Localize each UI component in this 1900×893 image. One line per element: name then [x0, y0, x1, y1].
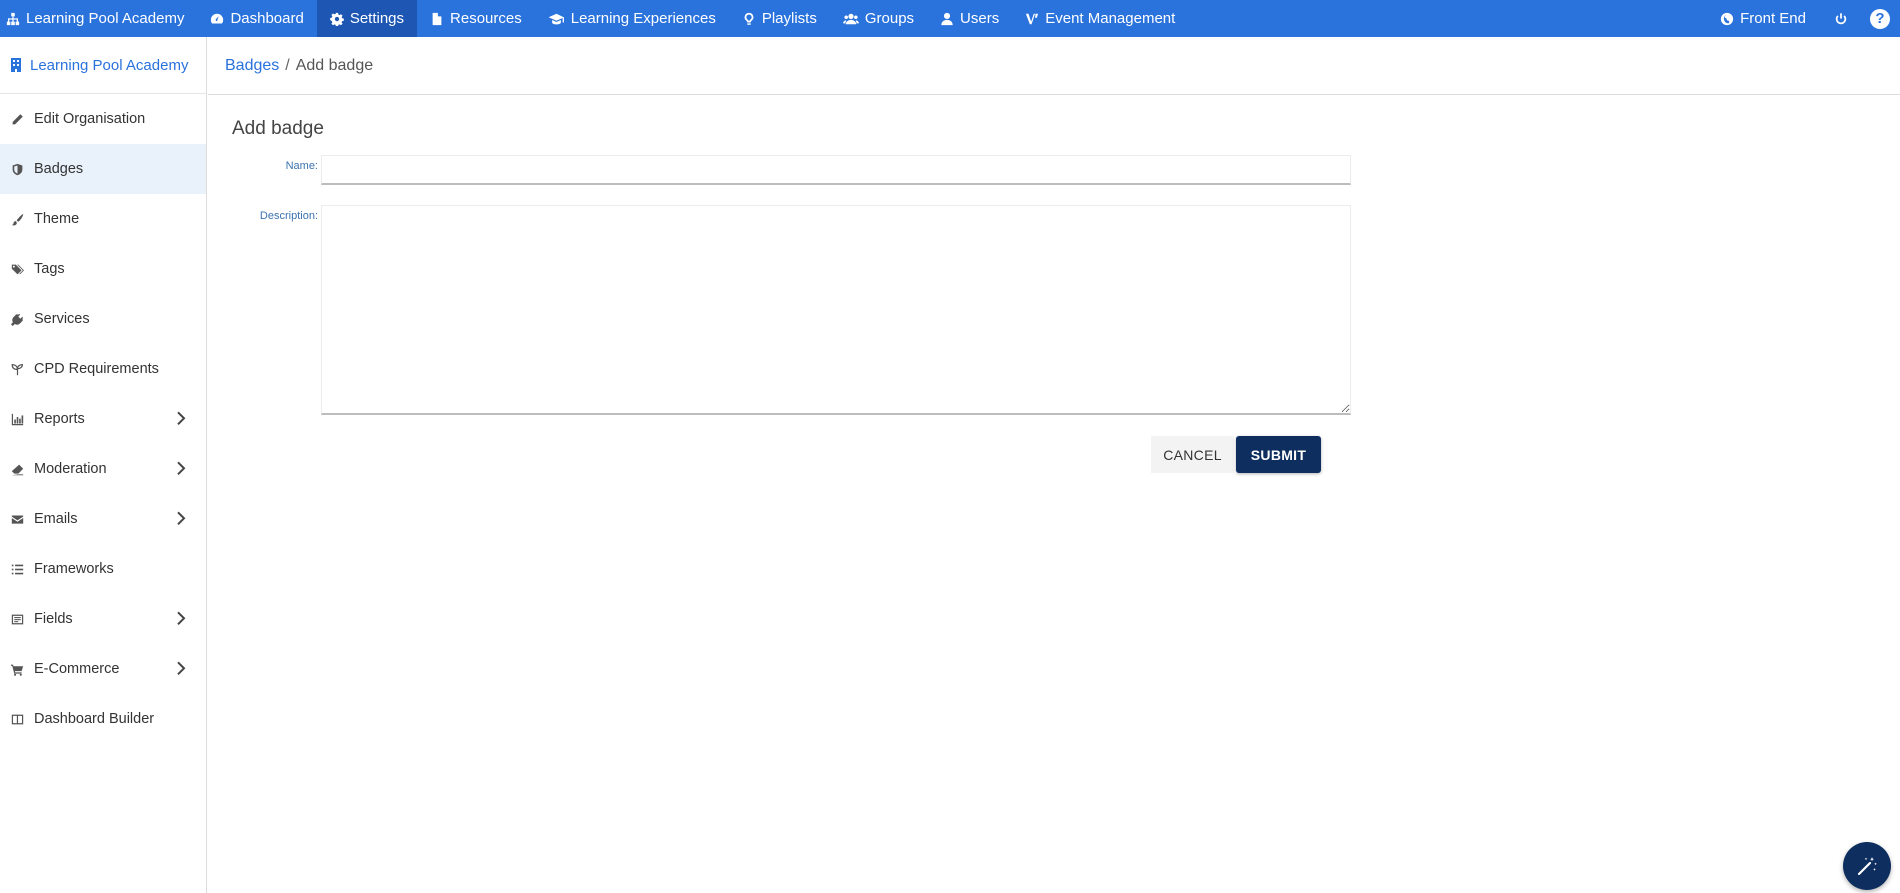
- sidebar-item-label: E-Commerce: [34, 661, 120, 677]
- settings-sidebar: Learning Pool Academy Edit Organisation …: [0, 37, 207, 893]
- sidebar-item-label: Frameworks: [34, 561, 114, 577]
- nav-item-dashboard[interactable]: Dashboard: [197, 0, 316, 37]
- breadcrumb-badges-link[interactable]: Badges: [225, 57, 279, 75]
- breadcrumb: Badges / Add badge: [208, 37, 1900, 95]
- name-input[interactable]: [321, 155, 1351, 185]
- cancel-button[interactable]: CANCEL: [1151, 436, 1234, 473]
- top-nav-left: Learning Pool Academy Dashboard Settings…: [0, 0, 1188, 37]
- plug-icon: [9, 313, 25, 326]
- sidebar-item-label: Emails: [34, 511, 78, 527]
- eraser-icon: [9, 463, 25, 476]
- shield-icon: [9, 163, 25, 176]
- gear-icon: [330, 12, 344, 26]
- envelope-icon: [9, 513, 25, 526]
- chevron-right-icon[interactable]: [176, 611, 186, 626]
- sidebar-item-reports[interactable]: Reports: [0, 394, 206, 444]
- sidebar-item-cpd-requirements[interactable]: CPD Requirements: [0, 344, 206, 394]
- nav-label: Users: [960, 10, 1000, 27]
- sidebar-item-dashboard-builder[interactable]: Dashboard Builder: [0, 694, 206, 744]
- nav-item-groups[interactable]: Groups: [830, 0, 927, 37]
- nav-label: Event Management: [1045, 10, 1176, 27]
- help-icon: ?: [1870, 8, 1890, 29]
- sidebar-item-services[interactable]: Services: [0, 294, 206, 344]
- nav-label: Playlists: [761, 10, 817, 27]
- paintbrush-icon: [9, 213, 25, 226]
- power-icon: [1835, 12, 1847, 24]
- nav-item-users[interactable]: Users: [927, 0, 1012, 37]
- magic-wand-button[interactable]: [1843, 842, 1891, 890]
- file-icon: [432, 12, 442, 25]
- sidebar-item-label: CPD Requirements: [34, 361, 159, 377]
- seedling-icon: [9, 363, 25, 376]
- user-icon: [941, 12, 953, 25]
- tags-icon: [9, 263, 25, 276]
- columns-icon: [9, 713, 25, 726]
- sidebar-item-edit-organisation[interactable]: Edit Organisation: [0, 94, 206, 144]
- event-logo-icon: [1026, 13, 1039, 24]
- sidebar-item-label: Services: [34, 311, 90, 327]
- sidebar-organisation-link[interactable]: Learning Pool Academy: [0, 37, 206, 94]
- nav-item-event-management[interactable]: Event Management: [1012, 0, 1188, 37]
- front-end-label: Front End: [1740, 10, 1806, 27]
- submit-button[interactable]: SUBMIT: [1236, 436, 1321, 473]
- top-nav-right: Front End ?: [1706, 0, 1900, 37]
- nav-label: Resources: [450, 10, 522, 27]
- sidebar-item-label: Edit Organisation: [34, 111, 146, 127]
- sidebar-item-label: Moderation: [34, 461, 107, 477]
- sidebar-item-label: Dashboard Builder: [34, 711, 155, 727]
- name-label: Name:: [285, 160, 318, 172]
- nav-label: Learning Experiences: [570, 10, 716, 27]
- bar-chart-icon: [9, 413, 25, 426]
- nav-item-settings[interactable]: Settings: [316, 0, 418, 37]
- sidebar-item-label: Fields: [34, 611, 73, 627]
- sidebar-item-label: Badges: [34, 161, 84, 177]
- nav-label: Dashboard: [230, 10, 304, 27]
- sidebar-item-label: Tags: [34, 261, 65, 277]
- description-textarea[interactable]: [321, 205, 1351, 415]
- sidebar-item-emails[interactable]: Emails: [0, 494, 206, 544]
- chevron-right-icon[interactable]: [176, 661, 186, 676]
- sitemap-icon: [6, 12, 20, 25]
- top-navigation-bar: Learning Pool Academy Dashboard Settings…: [0, 0, 1900, 37]
- nav-label: Groups: [864, 10, 915, 27]
- sidebar-item-label: Theme: [34, 211, 80, 227]
- nav-item-playlists[interactable]: Playlists: [729, 0, 830, 37]
- building-icon: [11, 58, 21, 72]
- sidebar-item-fields[interactable]: Fields: [0, 594, 206, 644]
- chevron-right-icon[interactable]: [176, 411, 186, 426]
- sidebar-item-label: Reports: [34, 411, 85, 427]
- help-button[interactable]: ?: [1862, 0, 1900, 37]
- front-end-link[interactable]: Front End: [1706, 0, 1820, 37]
- globe-icon: [1721, 12, 1734, 25]
- users-icon: [842, 13, 859, 24]
- pencil-icon: [9, 113, 25, 126]
- sidebar-organisation-label: Learning Pool Academy: [30, 56, 189, 74]
- sidebar-item-theme[interactable]: Theme: [0, 194, 206, 244]
- nav-item-learning-pool-academy[interactable]: Learning Pool Academy: [0, 0, 197, 37]
- nav-label: Settings: [349, 10, 405, 27]
- description-label: Description:: [259, 210, 318, 222]
- page-title: Add badge: [232, 118, 324, 139]
- sidebar-item-moderation[interactable]: Moderation: [0, 444, 206, 494]
- chevron-right-icon[interactable]: [176, 511, 186, 526]
- form-icon: [9, 613, 25, 626]
- nav-item-resources[interactable]: Resources: [417, 0, 535, 37]
- sidebar-item-e-commerce[interactable]: E-Commerce: [0, 644, 206, 694]
- list-icon: [9, 563, 25, 576]
- chevron-right-icon[interactable]: [176, 461, 186, 476]
- nav-item-learning-experiences[interactable]: Learning Experiences: [535, 0, 729, 37]
- lightbulb-icon: [744, 12, 754, 25]
- breadcrumb-separator: /: [285, 56, 290, 74]
- magic-wand-icon: [1857, 857, 1877, 876]
- graduation-cap-icon: [548, 13, 564, 24]
- cart-icon: [9, 663, 25, 676]
- breadcrumb-current: Add badge: [295, 56, 374, 74]
- sidebar-item-frameworks[interactable]: Frameworks: [0, 544, 206, 594]
- sidebar-item-tags[interactable]: Tags: [0, 244, 206, 294]
- sidebar-item-badges[interactable]: Badges: [0, 144, 206, 194]
- nav-label: Learning Pool Academy: [26, 10, 185, 27]
- tachometer-icon: [211, 13, 224, 24]
- logout-button[interactable]: [1820, 0, 1862, 37]
